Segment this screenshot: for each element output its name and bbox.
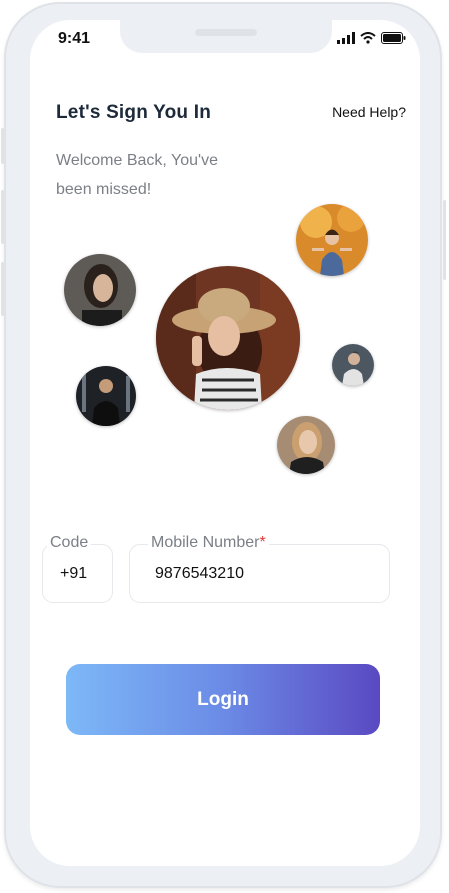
avatar-woman-dark [64,254,136,326]
app-screen: 9:41 Let's Sign You In Need Help? Welcom… [30,20,420,866]
battery-icon [381,32,406,44]
signal-icon [337,32,355,44]
welcome-text: Welcome Back, You've been missed! [56,146,276,204]
avatar-woman-autumn [296,204,368,276]
code-label: Code [47,534,92,552]
need-help-link[interactable]: Need Help? [332,104,406,120]
welcome-line-1: Welcome Back, You've [56,152,218,169]
code-value: +91 [60,565,88,582]
login-button[interactable]: Login [66,664,380,735]
avatar-woman-blonde [277,416,335,474]
phone-side-button [1,190,4,244]
avatar-woman-hat [156,266,300,410]
mobile-number-label: Mobile Number* [148,534,269,552]
mobile-number-field[interactable]: Mobile Number* 9876543210 [129,534,390,603]
phone-side-button [1,262,4,316]
phone-side-button [1,128,4,164]
welcome-line-2: been missed! [56,181,152,198]
mobile-number-label-text: Mobile Number [151,534,260,551]
avatar-man-dark [76,366,136,426]
wifi-icon [360,32,376,44]
status-time: 9:41 [58,30,91,47]
notch [120,20,332,53]
mobile-number-value: 9876543210 [155,565,244,582]
required-mark: * [259,534,266,551]
avatar-man-small [332,344,374,386]
code-field[interactable]: Code +91 [42,534,113,603]
speaker [195,29,257,36]
phone-side-button [443,200,446,280]
page-title: Let's Sign You In [56,102,212,123]
status-icons [337,32,406,44]
